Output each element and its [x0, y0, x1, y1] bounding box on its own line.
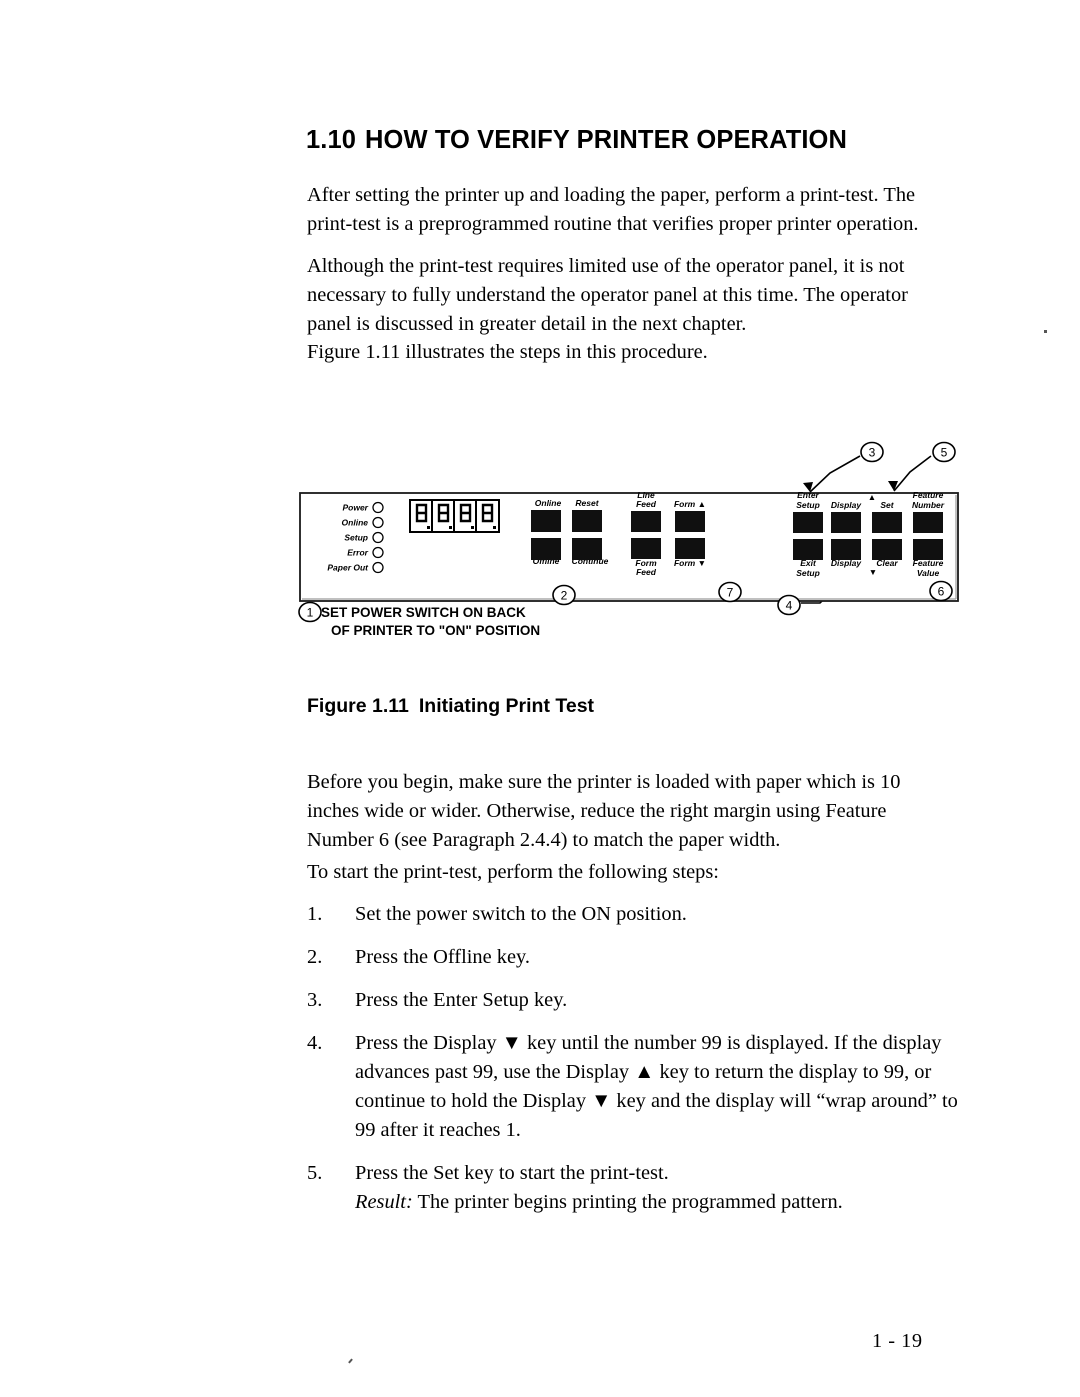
- key-reset[interactable]: [572, 510, 602, 532]
- step-text: Set the power switch to the ON position.: [355, 903, 687, 925]
- procedure-step-list: 1. Set the power switch to the ON positi…: [307, 900, 967, 1231]
- led-power: [372, 501, 384, 514]
- list-item: 2. Press the Offline key.: [307, 943, 967, 972]
- led-online: [372, 516, 384, 529]
- key-clear[interactable]: [872, 539, 902, 560]
- page-number: 1 - 19: [872, 1330, 923, 1352]
- step-text: Press the Display ▼ key until the number…: [355, 1032, 958, 1141]
- step-result-label: Result:: [355, 1191, 413, 1213]
- callout-bubble-2: 2: [552, 584, 576, 606]
- key-label-feature-value-2: Value: [917, 568, 940, 578]
- led-error: [372, 546, 384, 559]
- section-number: 1.10: [306, 126, 357, 154]
- callout-number-6: 6: [938, 585, 945, 599]
- seven-segment-display: [409, 499, 500, 533]
- figure-caption-label: Figure 1.11: [307, 695, 409, 717]
- callout-number-7: 7: [727, 586, 734, 600]
- step-number: 4.: [307, 1032, 323, 1054]
- step-text-group: Press the Set key to start the print-tes…: [355, 1159, 967, 1217]
- list-item: 5. Press the Set key to start the print-…: [307, 1159, 967, 1217]
- callout-1-line-2: OF PRINTER TO "ON" POSITION: [331, 623, 540, 638]
- key-label-online: Online: [535, 498, 562, 508]
- key-display-down[interactable]: [831, 539, 861, 560]
- paragraph-figure-reference: Figure 1.11 illustrates the steps in thi…: [307, 341, 708, 363]
- key-label-line-feed-2: Feed: [636, 499, 657, 509]
- key-display-up[interactable]: [831, 512, 861, 533]
- paragraph-before-you-begin: Before you begin, make sure the printer …: [307, 771, 901, 851]
- figure-caption: Figure 1.11 Initiating Print Test: [307, 695, 594, 718]
- key-continue[interactable]: [572, 538, 602, 560]
- callout-number-4: 4: [786, 599, 793, 613]
- scan-artifact-mark: [348, 1358, 353, 1364]
- display-down-arrow-icon: ▼: [869, 567, 877, 577]
- key-label-form-down: Form ▼: [674, 558, 706, 568]
- callout-bubble-1: 1: [298, 601, 322, 623]
- paragraph-intro-1: After setting the printer up and loading…: [307, 184, 919, 235]
- key-set[interactable]: [872, 512, 902, 533]
- callout-1-line-1: SET POWER SWITCH ON BACK: [321, 605, 526, 620]
- step-text: Press the Enter Setup key.: [355, 989, 568, 1011]
- step-result-text: The printer begins printing the programm…: [412, 1191, 843, 1213]
- paragraph-intro-2: Although the print-test requires limited…: [307, 255, 908, 335]
- indicator-label-paper-out: Paper Out: [327, 563, 369, 573]
- step-number: 3.: [307, 989, 323, 1011]
- led-setup: [372, 531, 384, 544]
- key-label-form-up: Form ▲: [674, 499, 706, 509]
- callout-1-text: SET POWER SWITCH ON BACK OF PRINTER TO "…: [321, 605, 540, 638]
- document-page: 1.10 HOW TO VERIFY PRINTER OPERATION Afte…: [0, 0, 1080, 1397]
- callout-bubble-3: 3: [860, 441, 884, 463]
- key-offline[interactable]: [531, 538, 561, 560]
- key-label-feature-number-2: Number: [912, 500, 945, 510]
- list-item: 3. Press the Enter Setup key.: [307, 986, 967, 1015]
- step-text: Press the Offline key.: [355, 946, 530, 968]
- key-label-exit-setup-2: Setup: [796, 568, 820, 578]
- callout-bubble-7: 7: [718, 581, 742, 603]
- key-label-reset: Reset: [575, 498, 599, 508]
- indicator-label-setup: Setup: [344, 533, 368, 543]
- list-item: 4. Press the Display ▼ key until the num…: [307, 1029, 967, 1145]
- list-item: 1. Set the power switch to the ON positi…: [307, 900, 967, 929]
- callout-bubble-6: 6: [929, 580, 953, 602]
- display-up-arrow-icon: ▲: [868, 492, 876, 502]
- indicator-label-error: Error: [347, 548, 368, 558]
- key-label-set: Set: [880, 500, 894, 510]
- callout-bubble-5: 5: [932, 441, 956, 463]
- step-result: Result: The printer begins printing the …: [355, 1188, 967, 1217]
- key-label-display-up: Display: [831, 500, 863, 510]
- step-text: Press the Set key to start the print-tes…: [355, 1162, 669, 1184]
- step-number: 1.: [307, 903, 323, 925]
- section-title-text: HOW TO VERIFY PRINTER OPERATION: [365, 126, 848, 154]
- key-feature-number[interactable]: [913, 512, 943, 533]
- indicator-label-online: Online: [342, 518, 369, 528]
- page-title: 1.10 HOW TO VERIFY PRINTER OPERATION: [306, 126, 946, 155]
- key-enter-setup[interactable]: [793, 512, 823, 533]
- figure-caption-text: Initiating Print Test: [418, 695, 595, 717]
- key-label-enter-setup-1: Enter: [797, 490, 819, 500]
- callout-number-5: 5: [941, 446, 948, 460]
- callout-number-3: 3: [869, 446, 876, 460]
- key-label-feature-number-1: Feature: [913, 490, 944, 500]
- key-line-feed[interactable]: [631, 511, 661, 532]
- callout-bubble-4: 4: [777, 594, 801, 616]
- scan-artifact-dot: [1044, 330, 1047, 333]
- step-number: 2.: [307, 946, 323, 968]
- indicator-label-power: Power: [342, 503, 368, 513]
- key-exit-setup[interactable]: [793, 539, 823, 560]
- callout-number-2: 2: [561, 589, 568, 603]
- paragraph-start-steps: To start the print-test, perform the fol…: [307, 861, 719, 883]
- key-label-form-feed-2: Feed: [636, 567, 657, 577]
- key-feature-value[interactable]: [913, 539, 943, 560]
- figure-operator-panel: Power Online Setup Error Paper Out Onlin…: [290, 430, 980, 645]
- key-form-feed[interactable]: [631, 538, 661, 559]
- led-paper-out: [372, 561, 384, 574]
- callout-number-1: 1: [307, 606, 314, 620]
- key-label-enter-setup-2: Setup: [796, 500, 820, 510]
- key-online[interactable]: [531, 510, 561, 532]
- key-form-down[interactable]: [675, 538, 705, 559]
- key-form-up[interactable]: [675, 511, 705, 532]
- step-number: 5.: [307, 1162, 323, 1184]
